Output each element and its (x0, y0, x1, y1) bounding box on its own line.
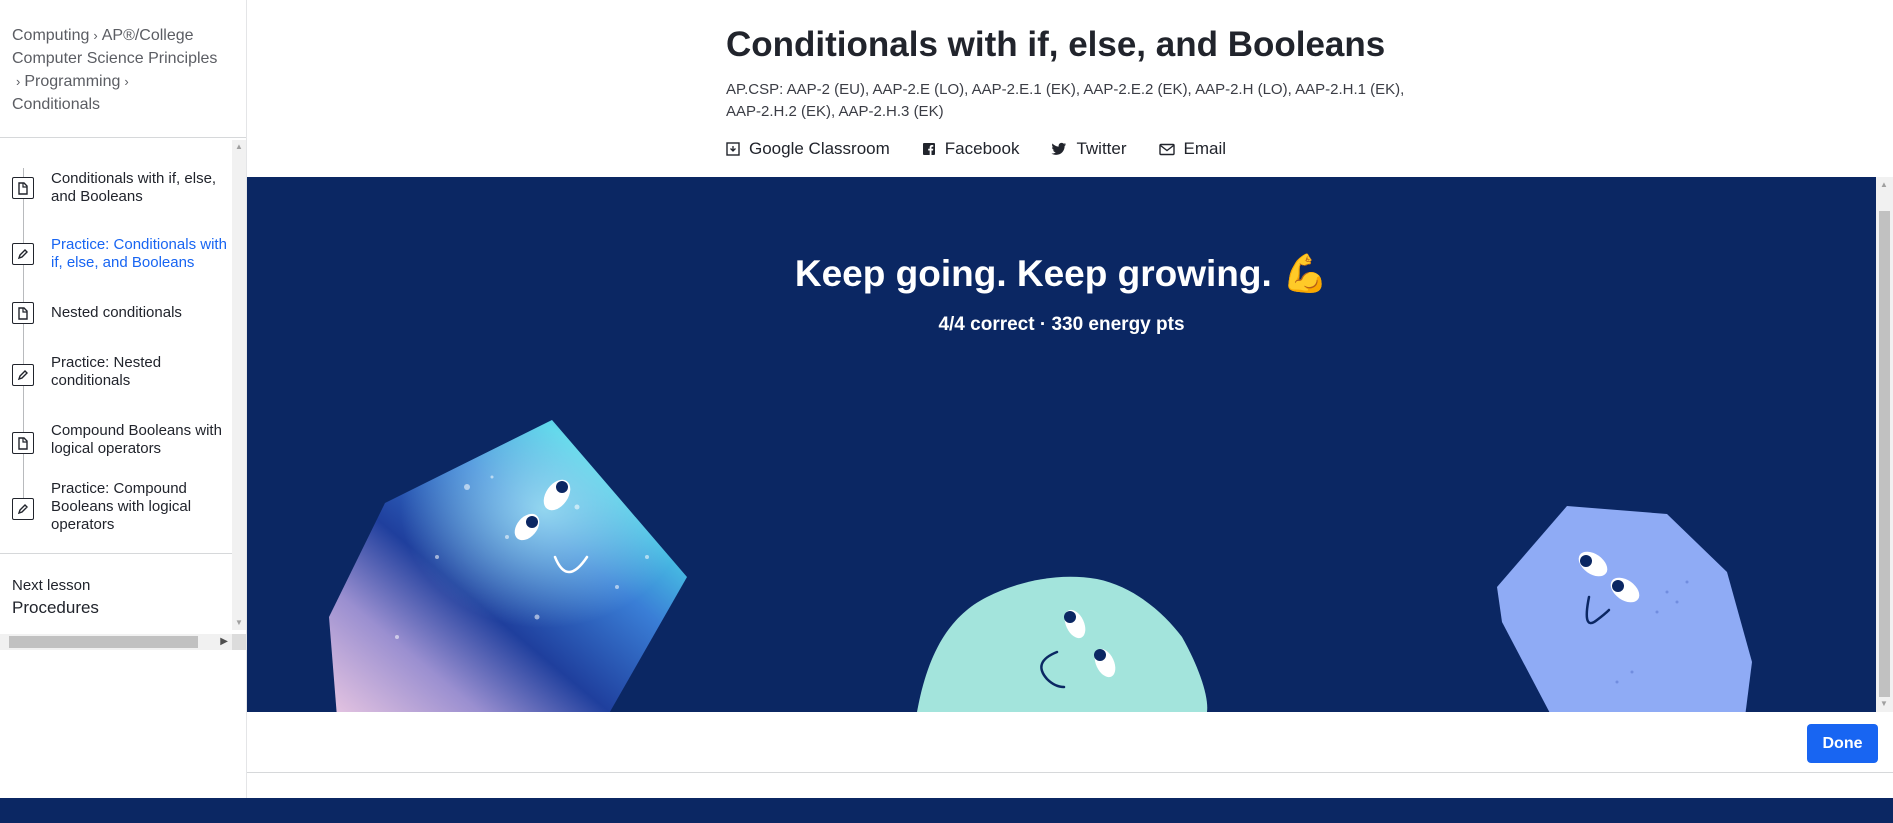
timeline-line (23, 168, 24, 508)
mint-blob-character (917, 576, 1208, 712)
breadcrumb-computing[interactable]: Computing (12, 27, 89, 44)
score-summary: 4/4 correct · 330 energy pts (938, 314, 1185, 335)
sidebar-item-practice-nested[interactable]: Practice: Nested conditionals (0, 344, 232, 389)
breadcrumb: Computing › AP®︎/College Computer Science … (12, 24, 237, 116)
sidebar-item-compound-booleans[interactable]: Compound Booleans with logical operators (0, 412, 232, 457)
sidebar-item-conditionals-article[interactable]: Conditionals with if, else, and Booleans (0, 154, 232, 205)
exercise-scrollbar[interactable]: ▲ ▼ (1876, 177, 1893, 712)
scroll-right-icon[interactable]: ▶ (220, 636, 228, 647)
sidebar-item-label: Compound Booleans with logical operators (51, 422, 222, 457)
sidebar-item-practice-conditionals[interactable]: Practice: Conditionals with if, else, an… (0, 222, 232, 271)
sidebar-scrollbar[interactable]: ▲ ▼ (232, 140, 246, 630)
completion-headline: Keep going. Keep growing. 💪 (794, 253, 1329, 294)
horizontal-scrollbar[interactable]: ▶ (0, 634, 232, 650)
sidebar-item-nested-conditionals[interactable]: Nested conditionals (0, 290, 232, 330)
standards-text: AP.CSP: AAP‑2 (EU), AAP‑2.E (LO), AAP‑2.… (726, 81, 1405, 120)
facebook-icon (922, 143, 935, 155)
share-label: Google Classroom (749, 139, 890, 158)
done-button[interactable]: Done (1807, 724, 1878, 763)
pencil-icon (12, 498, 34, 520)
scroll-down-icon[interactable]: ▼ (1880, 699, 1888, 708)
twitter-icon (1051, 142, 1067, 155)
share-google-classroom[interactable]: Google Classroom (726, 139, 890, 159)
article-icon (12, 432, 34, 454)
email-icon (1158, 143, 1175, 155)
blue-galaxy-character (329, 420, 687, 712)
chevron-right-icon: › (16, 74, 21, 89)
sidebar-item-label: Practice: Compound Booleans with logical… (51, 480, 192, 533)
periwinkle-hexagon-character (1497, 506, 1752, 712)
lesson-list: Conditionals with if, else, and Booleans… (0, 138, 232, 553)
article-icon (12, 302, 34, 324)
exercise-panel: Keep going. Keep growing. 💪 4/4 correct … (247, 177, 1893, 712)
share-label: Facebook (944, 139, 1020, 158)
sidebar-item-label: Practice: Nested conditionals (51, 354, 162, 389)
exercise-footer: Done (247, 712, 1893, 773)
sidebar-item-practice-compound[interactable]: Practice: Compound Booleans with logical… (0, 480, 232, 536)
scrollbar-thumb[interactable] (1879, 211, 1890, 697)
google-classroom-icon (726, 142, 740, 156)
pencil-icon (12, 364, 34, 386)
share-label: Twitter (1076, 139, 1127, 158)
article-icon (12, 177, 34, 199)
divider (0, 553, 232, 554)
scrollbar-corner (232, 634, 246, 650)
share-facebook[interactable]: Facebook (922, 139, 1020, 159)
scroll-down-icon[interactable]: ▼ (235, 618, 243, 627)
breadcrumb-programming[interactable]: Programming (24, 73, 120, 90)
scroll-up-icon[interactable]: ▲ (1880, 180, 1888, 189)
breadcrumb-conditionals[interactable]: Conditionals (12, 96, 100, 113)
next-lesson-link[interactable]: Procedures (12, 598, 99, 618)
scrollbar-thumb[interactable] (9, 636, 198, 648)
share-row: Google Classroom Facebook Twitter Email (726, 139, 1226, 159)
sidebar-item-label: Nested conditionals (51, 304, 182, 321)
scroll-up-icon[interactable]: ▲ (235, 142, 243, 151)
chevron-right-icon: › (93, 28, 98, 43)
share-label: Email (1183, 139, 1227, 158)
sidebar-item-label: Conditionals with if, else, and Booleans (51, 170, 217, 205)
site-footer (0, 798, 1893, 823)
next-lesson-label: Next lesson (12, 577, 91, 594)
page-title: Conditionals with if, else, and Booleans (726, 25, 1386, 64)
chevron-right-icon: › (124, 74, 129, 89)
share-email[interactable]: Email (1158, 139, 1227, 159)
share-twitter[interactable]: Twitter (1051, 139, 1127, 159)
pencil-icon (12, 243, 34, 265)
sidebar: Computing › AP®︎/College Computer Science … (0, 0, 247, 823)
sidebar-item-label: Practice: Conditionals with if, else, an… (51, 236, 227, 271)
